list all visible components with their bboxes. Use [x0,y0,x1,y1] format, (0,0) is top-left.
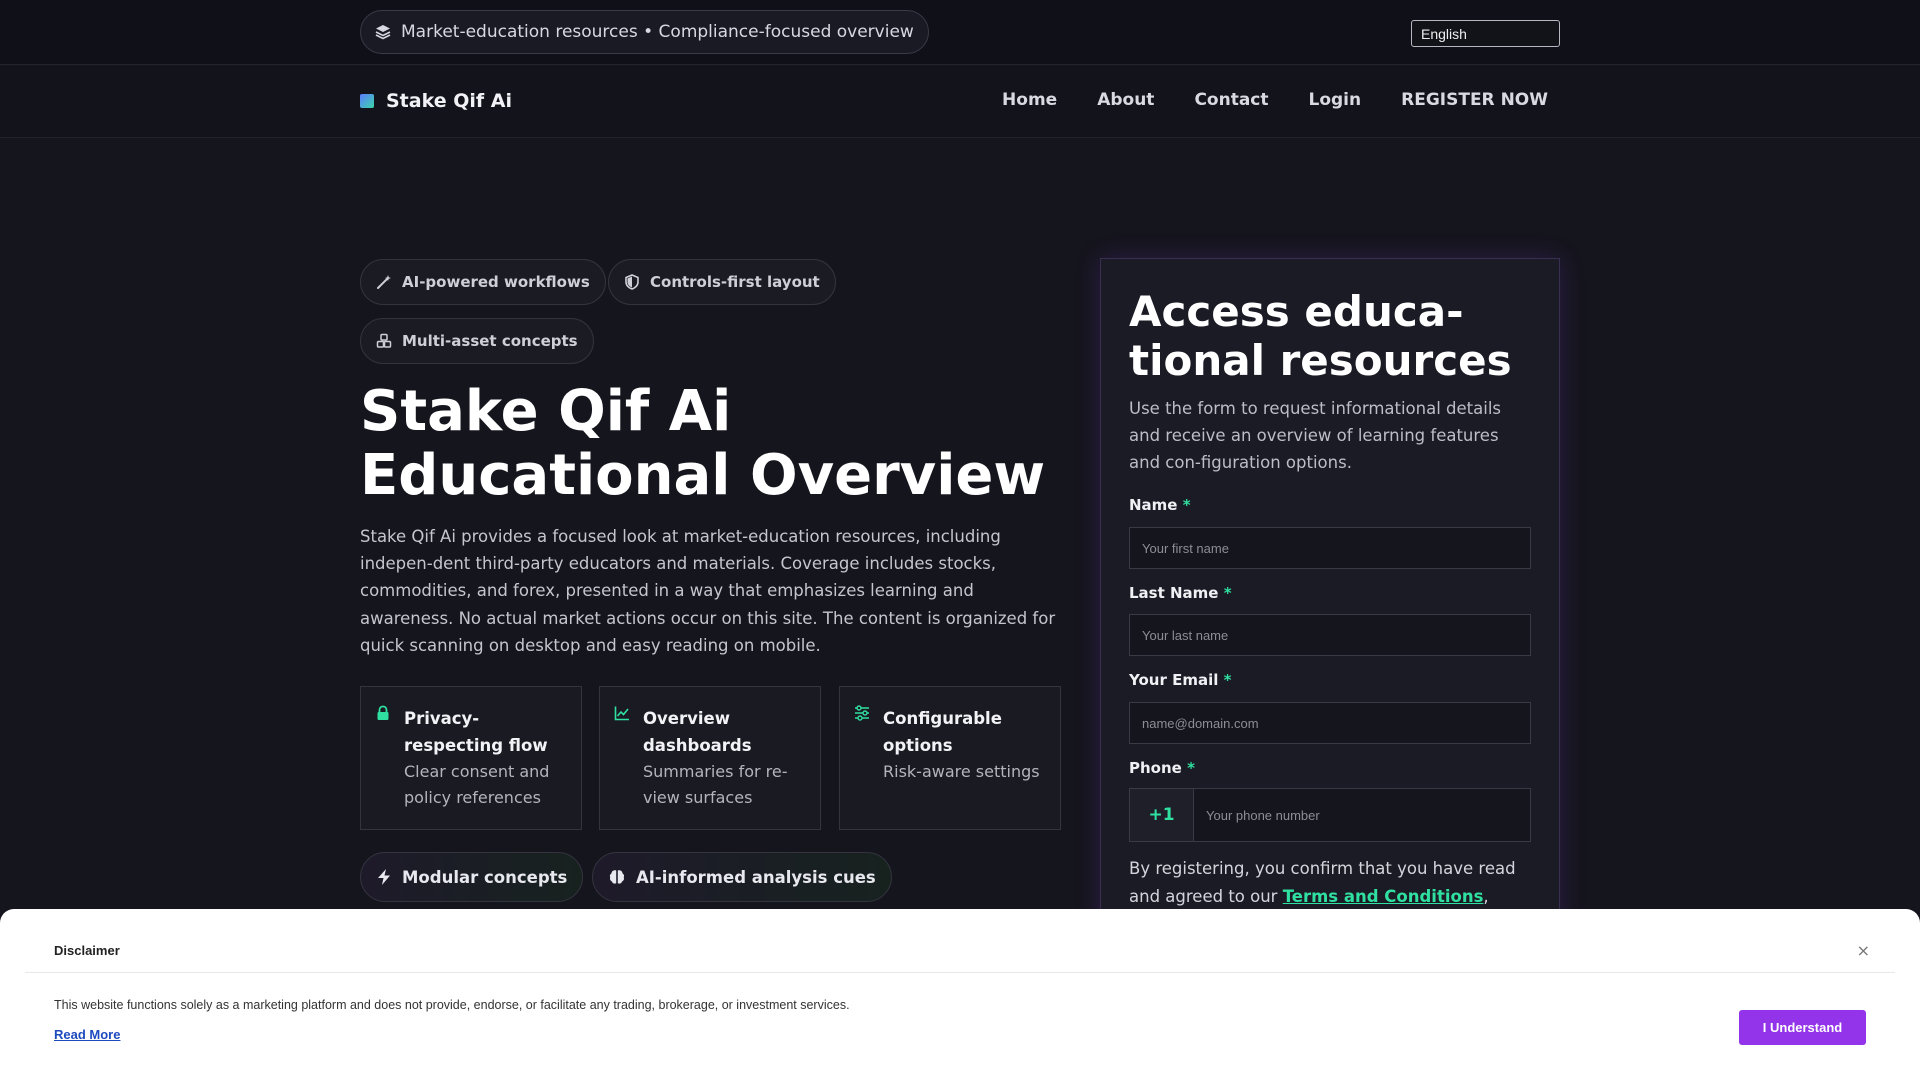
main-nav: Stake Qif Ai Home About Contact Login RE… [0,66,1920,138]
last-name-label-text: Last Name [1129,584,1219,602]
announcement-text: Market-education resources • Compliance-… [401,22,914,42]
phone-label: Phone * [1129,759,1195,777]
layers-icon [375,25,391,40]
tag-controls-first: Controls-first layout [608,259,836,305]
tag-label: Multi-asset concepts [402,332,578,350]
close-icon[interactable]: × [1857,941,1870,960]
chip-label: AI-informed analysis cues [636,867,876,887]
chart-line-icon [614,706,629,721]
nav-contact[interactable]: Contact [1194,90,1268,110]
feature-card-privacy: Privacy-respecting flow Clear consent an… [360,686,582,830]
phone-label-text: Phone [1129,759,1182,777]
name-label: Name * [1129,496,1191,514]
feature-subtitle: Summaries for re-view surfaces [643,762,788,807]
chip-modular-concepts: Modular concepts [360,852,584,902]
hero-title: Stake Qif Ai Educational Overview [360,379,1046,508]
phone-field: +1 [1129,788,1531,842]
last-name-label: Last Name * [1129,584,1232,602]
nav-home[interactable]: Home [1002,90,1057,110]
email-input[interactable] [1129,702,1531,744]
nav-login[interactable]: Login [1309,90,1362,110]
tag-label: AI-powered workflows [402,273,590,291]
read-more-link[interactable]: Read More [54,1027,120,1042]
chip-label: Modular concepts [402,867,568,887]
feature-subtitle: Clear consent and policy references [404,762,550,807]
magic-wand-icon [377,275,391,289]
nav-register[interactable]: REGISTER NOW [1401,90,1548,110]
sliders-icon [855,705,869,721]
bolt-icon [378,869,390,885]
divider [25,972,1895,973]
brand[interactable]: Stake Qif Ai [360,90,512,112]
email-label: Your Email * [1129,671,1231,689]
disclaimer-text: This website functions solely as a marke… [54,998,850,1012]
feature-title: Configurable options [883,709,1002,755]
language-value: English [1421,25,1467,42]
form-description: Use the form to request informational de… [1129,399,1502,472]
consent-text: By registering, you confirm that you hav… [1129,859,1516,906]
feature-title: Overview dashboards [643,709,752,755]
registration-form-card: Access educa-tional resources Use the fo… [1100,258,1560,958]
terms-link[interactable]: Terms and Conditions [1283,887,1484,906]
lock-icon [377,705,389,720]
announcement-pill: Market-education resources • Compliance-… [360,10,929,54]
disclaimer-banner: Disclaimer × This website functions sole… [0,909,1920,1080]
language-select[interactable]: English [1411,20,1560,47]
last-name-input[interactable] [1129,614,1531,656]
country-code-selector[interactable]: +1 [1130,789,1194,841]
name-label-text: Name [1129,496,1178,514]
tag-label: Controls-first layout [650,273,820,291]
required-mark: * [1223,584,1232,602]
cubes-icon [376,333,392,348]
brand-name: Stake Qif Ai [386,90,512,112]
email-label-text: Your Email [1129,671,1219,689]
form-title: Access educa-tional resources [1129,287,1512,385]
feature-subtitle: Risk-aware settings [883,762,1040,781]
first-name-input[interactable] [1129,527,1531,569]
chip-ai-analysis: AI-informed analysis cues [592,852,892,902]
tag-ai-workflows: AI-powered workflows [360,259,606,305]
nav-menu: Home About Contact Login REGISTER NOW [1002,90,1548,110]
top-announcement-bar: Market-education resources • Compliance-… [0,0,1920,65]
feature-title: Privacy-respecting flow [404,709,548,755]
hero-description: Stake Qif Ai provides a focused look at … [360,527,1056,655]
phone-input[interactable] [1194,789,1530,841]
brand-logo-icon [360,94,374,108]
tag-multi-asset: Multi-asset concepts [360,318,594,364]
shield-icon [625,274,639,290]
required-mark: * [1182,496,1191,514]
nav-about[interactable]: About [1097,90,1154,110]
understand-button[interactable]: I Understand [1739,1010,1866,1045]
feature-card-dashboards: Overview dashboards Summaries for re-vie… [599,686,821,830]
feature-card-options: Configurable options Risk-aware settings [839,686,1061,830]
brain-icon [609,870,625,884]
disclaimer-heading: Disclaimer [54,943,120,958]
required-mark: * [1187,759,1195,777]
required-mark: * [1223,671,1232,689]
